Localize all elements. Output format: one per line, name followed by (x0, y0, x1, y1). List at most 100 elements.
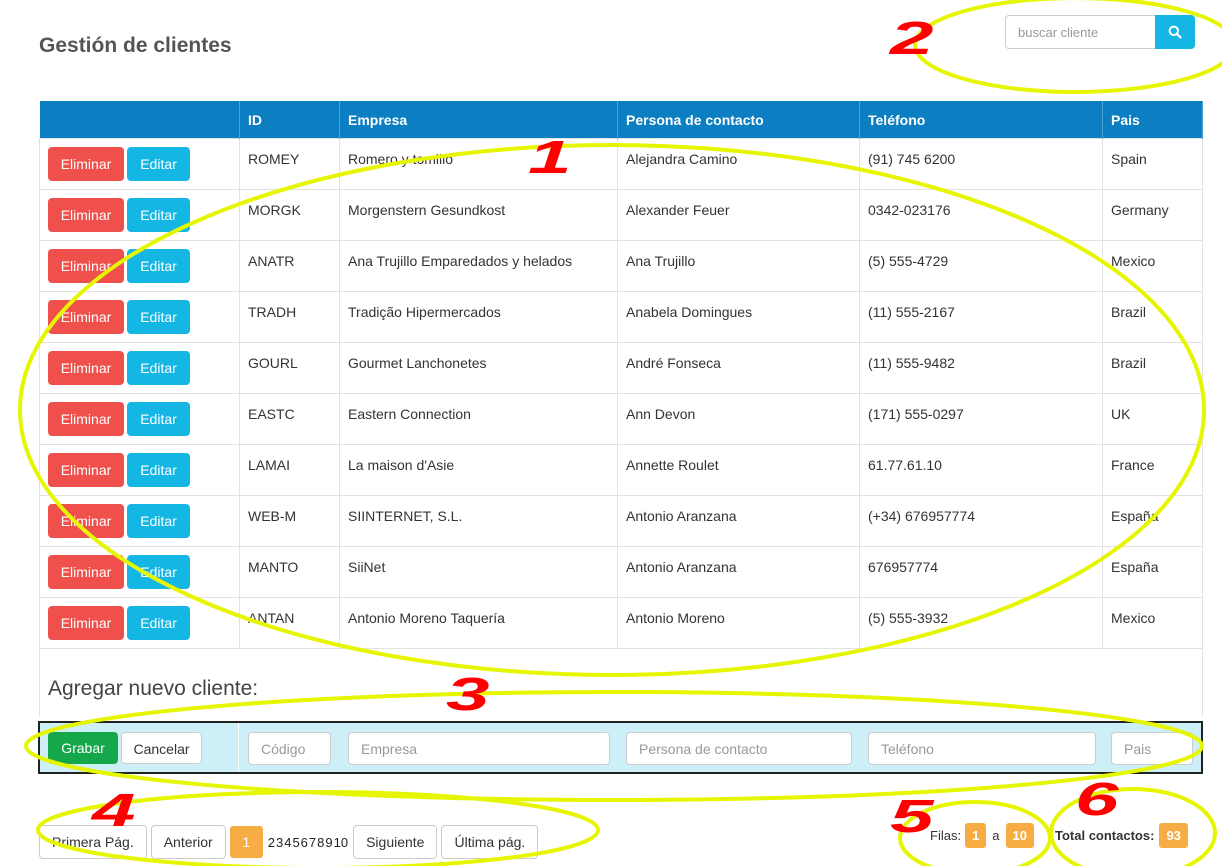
cell-contacto: André Fonseca (617, 342, 860, 394)
edit-button[interactable]: Editar (127, 198, 190, 232)
cell-pais: Spain (1102, 138, 1203, 190)
cell-empresa: La maison d'Asie (339, 444, 618, 496)
search-icon (1168, 25, 1182, 39)
delete-button[interactable]: Eliminar (48, 555, 124, 589)
cell-telefono: 61.77.61.10 (859, 444, 1103, 496)
cell-telefono: (171) 555-0297 (859, 393, 1103, 445)
table-row: Eliminar Editar TRADH Tradição Hipermercado… (39, 291, 1203, 343)
delete-button[interactable]: Eliminar (48, 504, 124, 538)
rows-to-badge: 10 (1005, 823, 1034, 848)
table-row: Eliminar Editar MORGK Morgenstern Gesundkos… (39, 189, 1203, 241)
cell-contacto: Alexander Feuer (617, 189, 860, 241)
last-page-button[interactable]: Última pág. (441, 825, 539, 859)
search-input[interactable] (1005, 15, 1155, 49)
save-button[interactable]: Grabar (48, 732, 118, 764)
page-title: Gestión de clientes (39, 34, 232, 57)
annotation-marker-5: 5 (890, 790, 934, 842)
page-link[interactable]: 3 (276, 835, 283, 850)
header-id[interactable]: ID (239, 101, 340, 139)
contacto-input[interactable] (626, 732, 852, 765)
next-page-button[interactable]: Siguiente (353, 825, 438, 859)
table-row: Eliminar Editar ANTAN Antonio Moreno Taquer… (39, 597, 1203, 649)
codigo-input[interactable] (248, 732, 331, 765)
cell-pais: España (1102, 546, 1203, 598)
edit-button[interactable]: Editar (127, 402, 190, 436)
cell-pais: Mexico (1102, 597, 1203, 649)
page-numbers: 2345678910 (268, 834, 349, 850)
edit-button[interactable]: Editar (127, 504, 190, 538)
cell-pais: Brazil (1102, 291, 1203, 343)
delete-button[interactable]: Eliminar (48, 249, 124, 283)
page-link[interactable]: 7 (309, 835, 316, 850)
page-link[interactable]: 5 (292, 835, 299, 850)
page-link[interactable]: 6 (301, 835, 308, 850)
current-page[interactable]: 1 (229, 826, 263, 858)
edit-button[interactable]: Editar (127, 300, 190, 334)
cell-empresa: Morgenstern Gesundkost (339, 189, 618, 241)
header-telefono[interactable]: Teléfono (859, 101, 1103, 139)
cell-pais: Germany (1102, 189, 1203, 241)
search-button[interactable] (1155, 15, 1195, 49)
page-link[interactable]: 10 (334, 835, 348, 850)
clients-table: ID Empresa Persona de contacto Teléfono … (39, 101, 1203, 717)
row-actions: Eliminar Editar (39, 189, 240, 241)
total-label: Total contactos: (1055, 828, 1155, 843)
delete-button[interactable]: Eliminar (48, 300, 124, 334)
empresa-input[interactable] (348, 732, 610, 765)
telefono-input[interactable] (868, 732, 1096, 765)
edit-button[interactable]: Editar (127, 249, 190, 283)
annotation-marker-6: 6 (1075, 773, 1119, 825)
prev-page-button[interactable]: Anterior (150, 825, 226, 859)
cell-telefono: (5) 555-3932 (859, 597, 1103, 649)
cell-contacto: Antonio Aranzana (617, 495, 860, 547)
rows-label: Filas: (930, 828, 962, 843)
header-pais[interactable]: Pais (1102, 101, 1203, 139)
delete-button[interactable]: Eliminar (48, 453, 124, 487)
page-link[interactable]: 2 (268, 835, 275, 850)
row-actions: Eliminar Editar (39, 546, 240, 598)
cell-empresa: Tradição Hipermercados (339, 291, 618, 343)
edit-button[interactable]: Editar (127, 606, 190, 640)
edit-button[interactable]: Editar (127, 147, 190, 181)
add-client-row: Grabar Cancelar (38, 721, 1203, 774)
cell-id: LAMAI (239, 444, 340, 496)
cell-pais: Brazil (1102, 342, 1203, 394)
cell-pais: España (1102, 495, 1203, 547)
cell-pais: France (1102, 444, 1203, 496)
header-empresa[interactable]: Empresa (339, 101, 618, 139)
delete-button[interactable]: Eliminar (48, 606, 124, 640)
cell-id: ROMEY (239, 138, 340, 190)
page-link[interactable]: 8 (317, 835, 324, 850)
delete-button[interactable]: Eliminar (48, 402, 124, 436)
cancel-button[interactable]: Cancelar (121, 732, 202, 764)
cell-empresa: Eastern Connection (339, 393, 618, 445)
table-row: Eliminar Editar ROMEY Romero y tomillo Aleja… (39, 138, 1203, 190)
row-actions: Eliminar Editar (39, 597, 240, 649)
row-actions: Eliminar Editar (39, 495, 240, 547)
cell-id: GOURL (239, 342, 340, 394)
delete-button[interactable]: Eliminar (48, 351, 124, 385)
cell-id: EASTC (239, 393, 340, 445)
cell-contacto: Anabela Domingues (617, 291, 860, 343)
row-actions: Eliminar Editar (39, 444, 240, 496)
delete-button[interactable]: Eliminar (48, 147, 124, 181)
delete-button[interactable]: Eliminar (48, 198, 124, 232)
cell-id: MANTO (239, 546, 340, 598)
cell-id: WEB-M (239, 495, 340, 547)
total-badge: 93 (1159, 823, 1188, 848)
row-actions: Eliminar Editar (39, 240, 240, 292)
edit-button[interactable]: Editar (127, 555, 190, 589)
pais-input[interactable] (1111, 732, 1193, 765)
edit-button[interactable]: Editar (127, 351, 190, 385)
cell-empresa: SIINTERNET, S.L. (339, 495, 618, 547)
cell-contacto: Ann Devon (617, 393, 860, 445)
cell-pais: Mexico (1102, 240, 1203, 292)
page-link[interactable]: 4 (284, 835, 291, 850)
annotation-marker-2: 2 (890, 12, 934, 64)
table-row: Eliminar Editar GOURL Gourmet Lanchonetes An… (39, 342, 1203, 394)
page-link[interactable]: 9 (325, 835, 332, 850)
cell-telefono: 0342-023176 (859, 189, 1103, 241)
header-contacto[interactable]: Persona de contacto (617, 101, 860, 139)
edit-button[interactable]: Editar (127, 453, 190, 487)
cell-telefono: 676957774 (859, 546, 1103, 598)
